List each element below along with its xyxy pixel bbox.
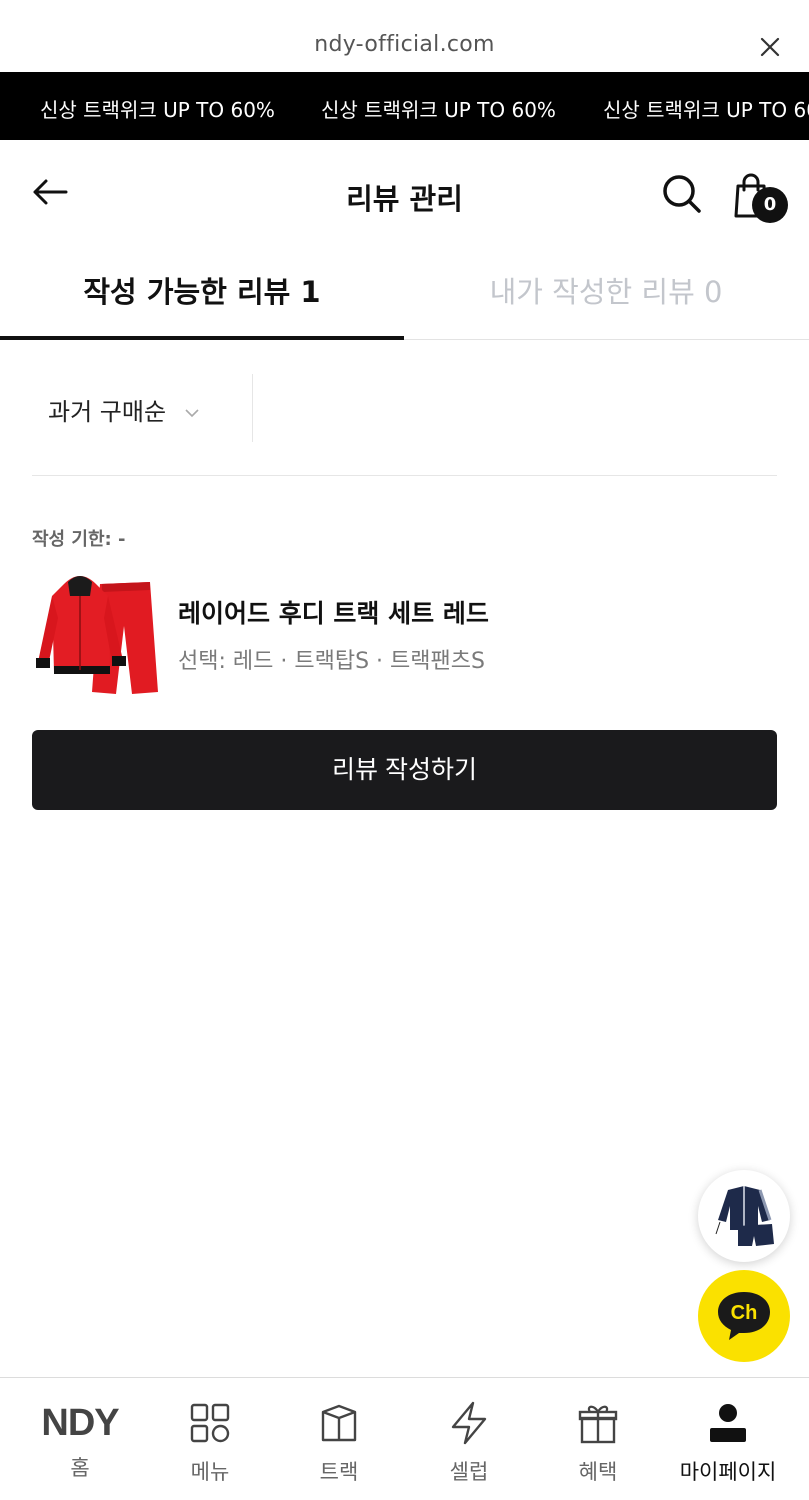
write-review-button[interactable]: 리뷰 작성하기 xyxy=(32,730,777,810)
nav-label: 혜택 xyxy=(578,1460,618,1484)
nav-label: 메뉴 xyxy=(190,1460,230,1484)
product-name[interactable]: 레이어드 후디 트랙 세트 레드 xyxy=(178,594,489,630)
tracksuit-image xyxy=(715,1186,774,1246)
nav-home[interactable]: NDY 홈 xyxy=(15,1378,145,1500)
sort-label: 과거 구매순 xyxy=(48,398,167,426)
search-icon[interactable] xyxy=(660,172,704,216)
nav-label: 홈 xyxy=(70,1456,90,1480)
review-tabs: 작성 가능한 리뷰 1 내가 작성한 리뷰 0 xyxy=(0,248,809,340)
gift-icon xyxy=(578,1405,618,1444)
box-icon xyxy=(321,1404,357,1442)
review-deadline: 작성 기한: - xyxy=(32,529,126,550)
ndy-logo: NDY xyxy=(41,1401,119,1444)
browser-url-bar: ndy-official.com xyxy=(0,0,809,72)
person-icon xyxy=(710,1404,746,1442)
svg-text:Ch: Ch xyxy=(731,1302,758,1324)
cart-count-badge: 0 xyxy=(752,187,788,223)
chevron-down-icon xyxy=(185,409,199,418)
nav-label: 셀럽 xyxy=(449,1460,489,1484)
nav-label: 마이페이지 xyxy=(679,1460,777,1484)
bottom-navigation: NDY 홈 메뉴 트랙 셀럽 혜택 마이페이지 xyxy=(0,1377,809,1500)
tab-my-reviews[interactable]: 내가 작성한 리뷰 0 xyxy=(404,248,808,340)
marquee-item: 신상 트랙위크 UP TO 60% xyxy=(603,98,809,122)
page-header: 리뷰 관리 xyxy=(0,140,809,248)
sort-dropdown[interactable]: 과거 구매순 xyxy=(48,392,200,427)
floating-product-button[interactable] xyxy=(698,1170,790,1262)
tab-writable-reviews[interactable]: 작성 가능한 리뷰 1 xyxy=(0,248,404,340)
marquee-item: 신상 트랙위크 UP TO 60% xyxy=(40,98,275,122)
grid-icon xyxy=(190,1403,230,1443)
product-option: 선택: 레드 · 트랙탑S · 트랙팬츠S xyxy=(178,649,485,674)
nav-label: 트랙 xyxy=(319,1460,359,1484)
nav-menu[interactable]: 메뉴 xyxy=(145,1378,275,1500)
nav-celeb[interactable]: 셀럽 xyxy=(404,1378,534,1500)
lightning-icon xyxy=(451,1401,487,1445)
chat-channel-button[interactable]: Ch xyxy=(698,1270,790,1362)
promo-marquee[interactable]: 신상 트랙위크 UP TO 60% 신상 트랙위크 UP TO 60% 신상 트… xyxy=(0,72,809,140)
divider xyxy=(252,374,253,442)
nav-benefits[interactable]: 혜택 xyxy=(533,1378,663,1500)
product-thumbnail[interactable] xyxy=(32,566,162,700)
nav-mypage[interactable]: 마이페이지 xyxy=(663,1378,793,1500)
chat-icon: Ch xyxy=(718,1292,770,1340)
nav-track[interactable]: 트랙 xyxy=(274,1378,404,1500)
url-text: ndy-official.com xyxy=(314,32,495,57)
filter-bar: 과거 구매순 xyxy=(32,372,777,476)
close-icon[interactable] xyxy=(759,36,781,58)
marquee-item: 신상 트랙위크 UP TO 60% xyxy=(321,98,556,122)
